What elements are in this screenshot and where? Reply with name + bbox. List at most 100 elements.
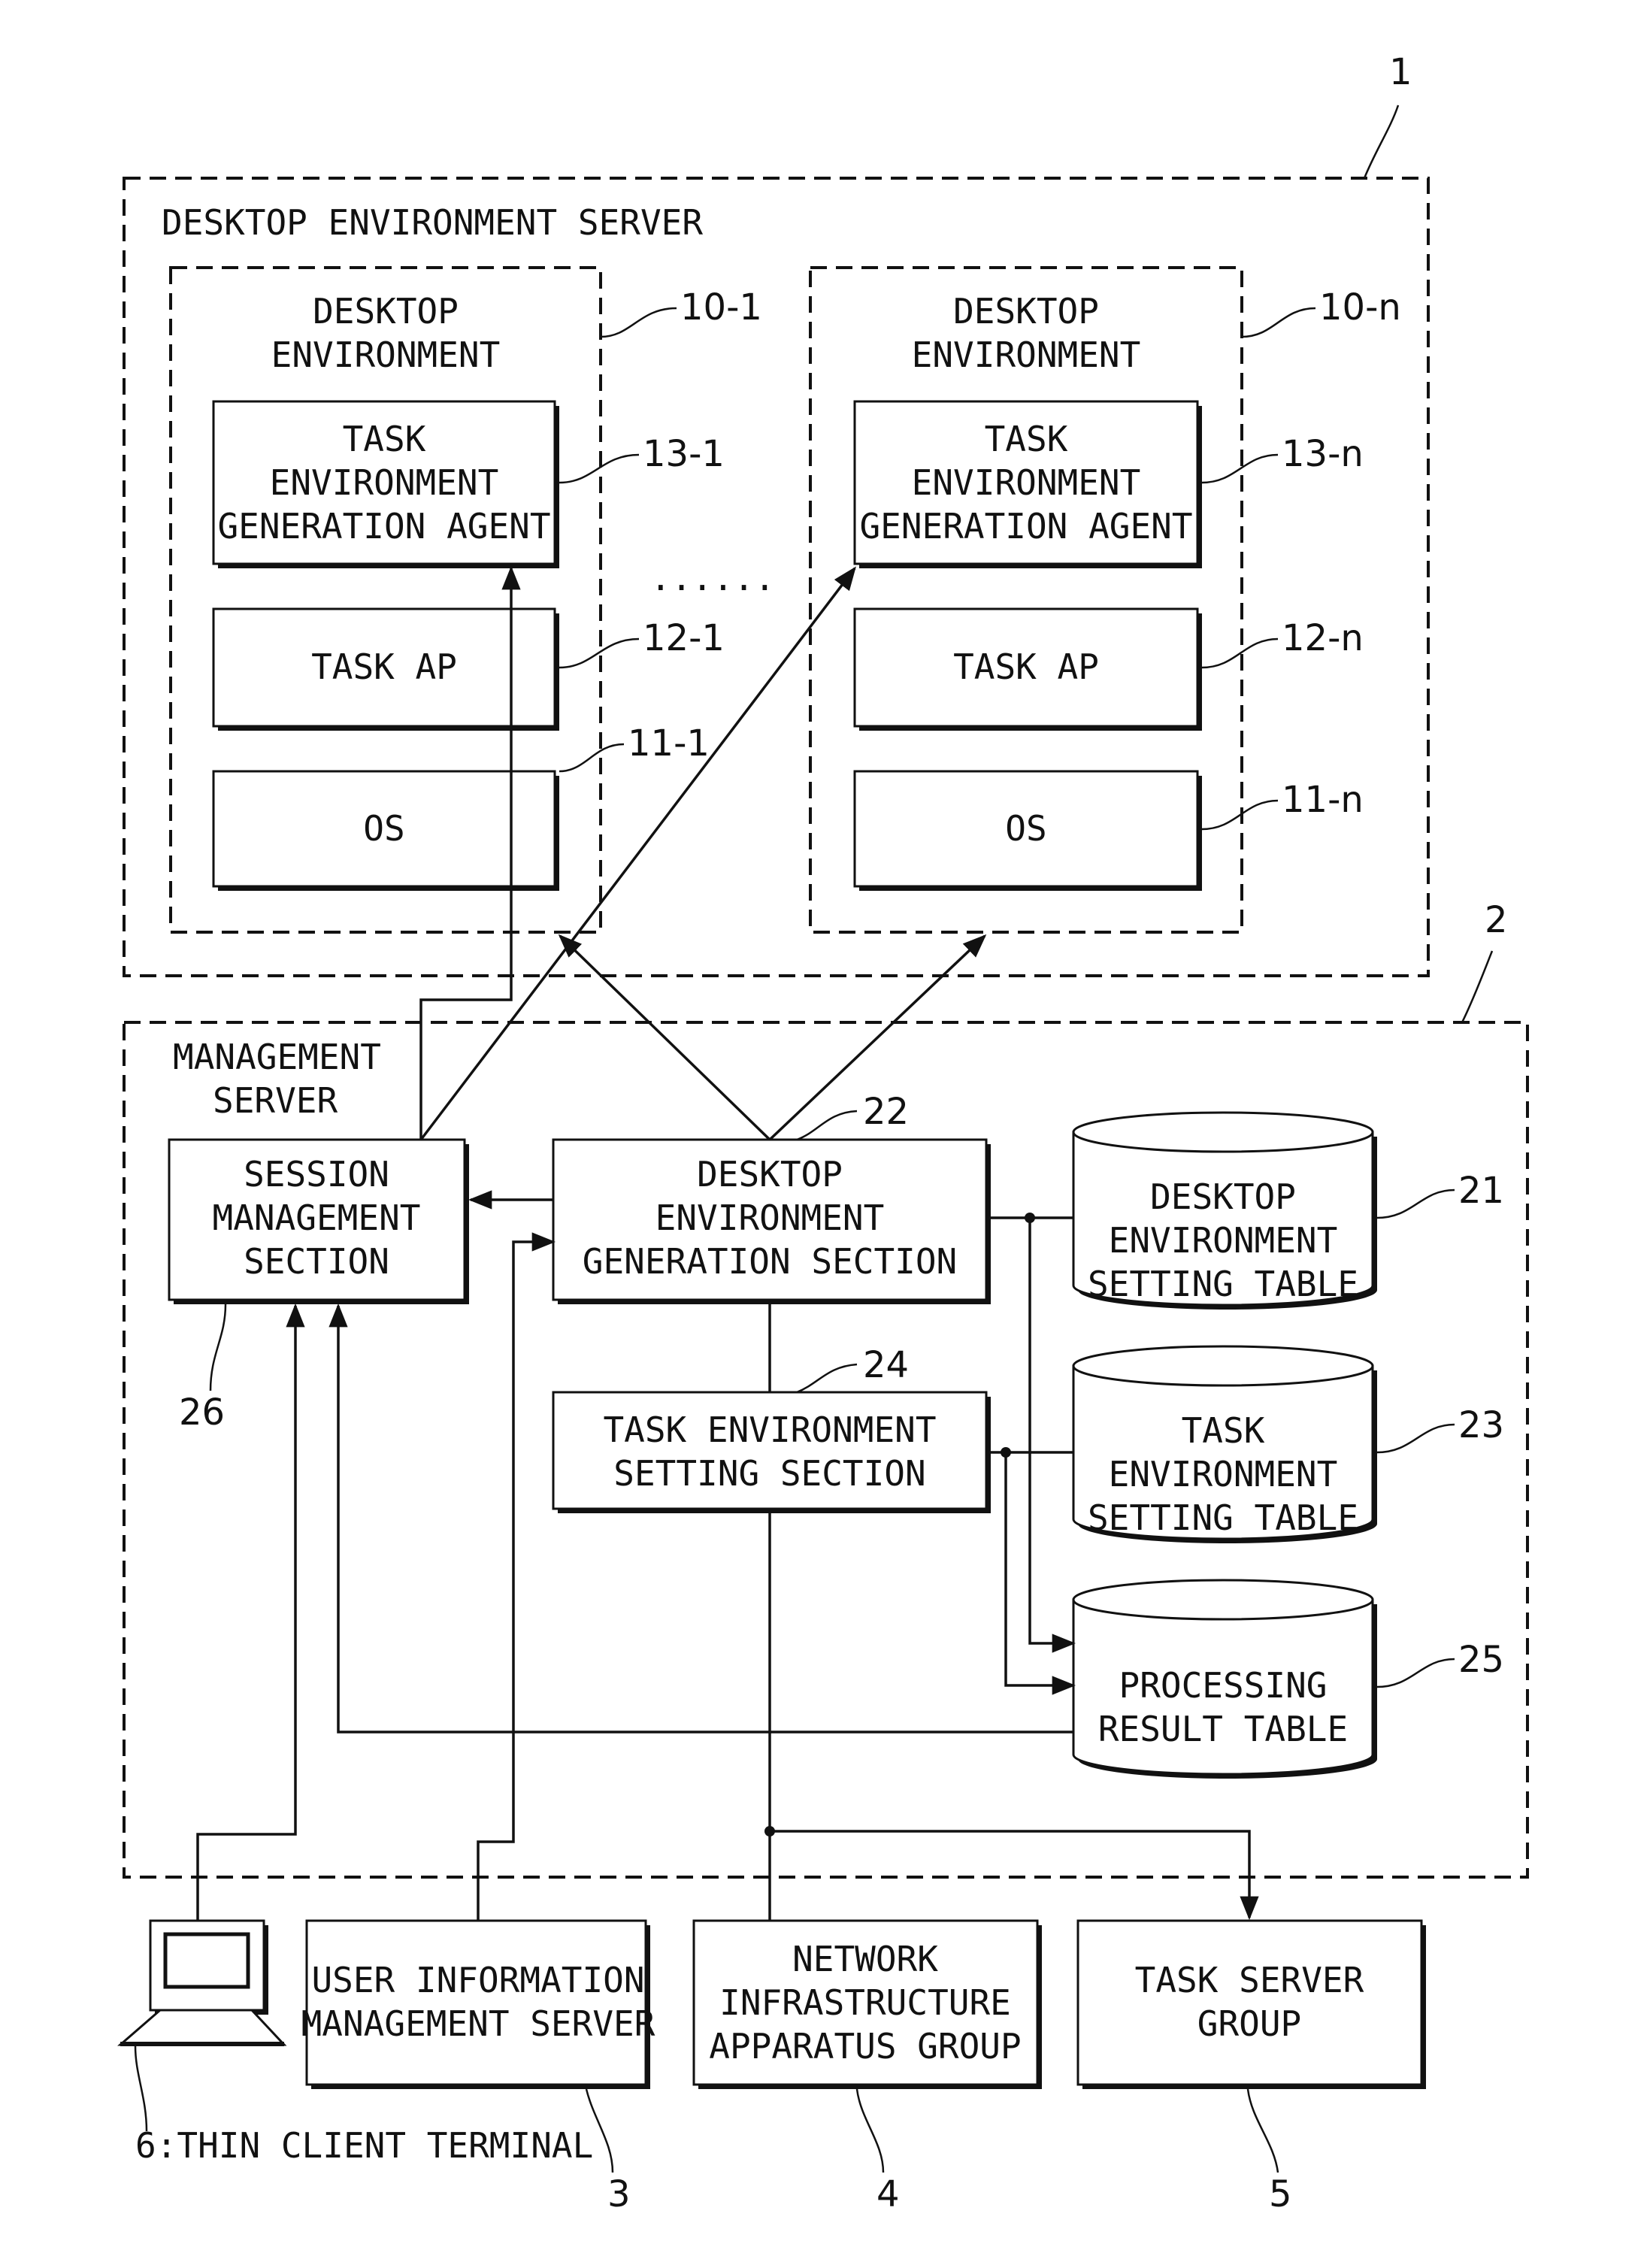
desktop-environment-generation-section[interactable]: DESKTOP ENVIRONMENT GENERATION SECTION [552,1138,991,1304]
management-server-title: MANAGEMENT [173,1037,381,1077]
os-n[interactable]: OS [853,770,1202,891]
ref-label-11-n: 11-n [1282,779,1364,821]
computer-terminal-icon[interactable] [117,1919,287,2046]
agent-n-label-2: ENVIRONMENT [912,462,1141,503]
ref-leader-10-n [1241,307,1316,338]
task-env-table-label-3: SETTING TABLE [1088,1497,1358,1538]
task-env-setting-label-1: TASK ENVIRONMENT [603,1410,936,1450]
task-env-table-label-2: ENVIRONMENT [1109,1454,1338,1494]
ref-label-3: 3 [607,2173,631,2215]
task-environment-generation-agent-n[interactable]: TASK ENVIRONMENT GENERATION AGENT [853,400,1202,568]
desktop-env-table-label-2: ENVIRONMENT [1109,1220,1338,1261]
task-environment-setting-table[interactable]: TASK ENVIRONMENT SETTING TABLE [1072,1345,1377,1543]
desktop-env-table-label-3: SETTING TABLE [1088,1264,1358,1304]
processing-table-label-2: RESULT TABLE [1098,1709,1348,1749]
task-server-group-label-2: GROUP [1197,2003,1301,2044]
arrow-degen-to-processing-table [1028,1218,1076,1653]
ref-leader-13-n [1201,453,1279,484]
desktop-environment-n: DESKTOP ENVIRONMENT 10-n TASK ENVIRONMEN… [809,266,1401,934]
ref-leader-26 [209,1304,227,1391]
network-infra-label-2: INFRASTRUCTURE [719,1982,1011,2023]
agent-1-label-1: TASK [343,419,426,459]
task-ap-1[interactable]: TASK AP [212,607,559,731]
ellipsis-more-environments: ...... [650,558,775,598]
task-environment-setting-section[interactable]: TASK ENVIRONMENT SETTING SECTION [552,1391,991,1513]
desktop-environment-1-title-2: ENVIRONMENT [271,335,501,375]
ref-label-10-n: 10-n [1319,286,1401,329]
ref-label-10-1: 10-1 [680,286,762,329]
task-ap-1-label: TASK AP [311,646,457,687]
ref-label-2: 2 [1485,899,1508,941]
task-server-group-label-1: TASK SERVER [1135,1960,1364,2000]
ref-leader-25 [1376,1658,1455,1688]
ref-leader-22 [796,1110,858,1141]
ref-leader-5 [1246,2088,1279,2173]
desktop-environment-n-title-2: ENVIRONMENT [912,335,1141,375]
thin-client-terminal-label: 6:THIN CLIENT TERMINAL [135,2125,593,2166]
ref-leader-21 [1376,1189,1455,1219]
processing-table-label-1: PROCESSING [1119,1665,1328,1706]
ref-label-5: 5 [1269,2173,1292,2215]
network-infrastructure-apparatus-group[interactable]: NETWORK INFRASTRUCTURE APPARATUS GROUP [692,1919,1042,2089]
agent-1-label-2: ENVIRONMENT [270,462,499,503]
management-server-title-2: SERVER [213,1080,338,1121]
ref-leader-10-1 [600,307,677,338]
ref-leader-11-1 [559,743,625,773]
os-1-label: OS [363,808,404,849]
desktop-env-generation-label-2: ENVIRONMENT [655,1198,885,1238]
desktop-environment-n-title: DESKTOP [953,291,1099,332]
task-server-group[interactable]: TASK SERVER GROUP [1076,1919,1426,2089]
task-environment-generation-agent-1[interactable]: TASK ENVIRONMENT GENERATION AGENT [212,400,559,568]
arrow-user-info-to-degen [477,1232,556,1921]
desktop-environment-1: DESKTOP ENVIRONMENT 10-1 TASK ENVIRONMEN… [169,266,762,934]
arrow-degen-to-desktop-env-1 [558,934,771,1141]
arrow-task-env-to-processing-table [1004,1452,1076,1695]
ref-label-12-1: 12-1 [643,617,725,659]
processing-result-table[interactable]: PROCESSING RESULT TABLE [1072,1579,1377,1779]
desktop-env-table-label-1: DESKTOP [1150,1176,1296,1217]
ref-label-26: 26 [179,1391,225,1434]
ref-label-24: 24 [863,1344,909,1386]
ref-label-23: 23 [1458,1404,1504,1446]
desktop-env-generation-label-1: DESKTOP [697,1154,843,1195]
ref-label-1: 1 [1389,51,1412,93]
ref-leader-12-n [1201,637,1279,669]
user-info-server-label-2: MANAGEMENT SERVER [301,2003,655,2044]
ref-label-11-1: 11-1 [628,722,710,765]
arrow-to-task-server-group [770,1830,1259,1921]
session-management-section[interactable]: SESSION MANAGEMENT SECTION [168,1138,469,1304]
system-diagram: DESKTOP ENVIRONMENT SERVER 1 DESKTOP ENV… [117,51,1529,2215]
ref-label-21: 21 [1458,1170,1504,1212]
ref-leader-24 [796,1363,858,1394]
ref-leader-11-n [1201,799,1279,831]
ref-label-13-1: 13-1 [643,433,725,475]
task-env-table-label-1: TASK [1182,1410,1265,1451]
network-infra-label-1: NETWORK [792,1939,938,1979]
desktop-environment-server-title: DESKTOP ENVIRONMENT SERVER [162,202,703,243]
session-management-label-1: SESSION [244,1154,389,1195]
agent-n-label-1: TASK [985,419,1068,459]
ref-leader-6 [134,2045,148,2132]
ref-label-22: 22 [863,1091,909,1133]
ref-label-13-n: 13-n [1282,433,1364,475]
session-management-label-3: SECTION [244,1241,389,1282]
agent-1-label-3: GENERATION AGENT [217,506,550,547]
desktop-env-generation-label-3: GENERATION SECTION [583,1241,958,1282]
task-env-setting-label-2: SETTING SECTION [613,1453,925,1494]
ref-leader-4 [855,2088,885,2173]
ref-label-12-n: 12-n [1282,617,1364,659]
os-1[interactable]: OS [212,770,559,891]
user-information-management-server[interactable]: USER INFORMATION MANAGEMENT SERVER [301,1919,655,2089]
network-infra-label-3: APPARATUS GROUP [709,2026,1021,2067]
desktop-environment-1-title: DESKTOP [313,291,459,332]
session-management-label-2: MANAGEMENT [213,1198,421,1238]
os-n-label: OS [1005,808,1046,849]
user-info-server-label-1: USER INFORMATION [311,1960,644,2000]
ref-leader-2 [1461,950,1494,1023]
task-ap-n[interactable]: TASK AP [853,607,1202,731]
desktop-environment-setting-table[interactable]: DESKTOP ENVIRONMENT SETTING TABLE [1072,1111,1377,1310]
arrow-processing-to-session [328,1303,1073,1734]
ref-label-25: 25 [1458,1639,1504,1681]
agent-n-label-3: GENERATION AGENT [859,506,1192,547]
ref-label-4: 4 [876,2173,900,2215]
